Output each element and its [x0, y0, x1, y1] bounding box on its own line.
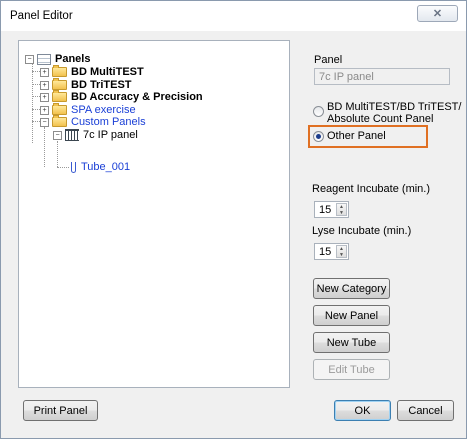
tree-node-7c-ip-panel[interactable]: − 7c IP panel	[53, 129, 138, 141]
tree-node-label: BD TriTEST	[71, 79, 132, 91]
spin-arrows-icon[interactable]: ▲ ▼	[336, 203, 347, 216]
tree-node-bd-multitest[interactable]: + BD MultiTEST	[40, 65, 144, 78]
lyse-incubate-stepper[interactable]: 15 ▲ ▼	[314, 243, 349, 260]
ok-button[interactable]: OK	[334, 400, 391, 421]
radio-other-panel[interactable]	[313, 131, 324, 142]
reagent-incubate-stepper[interactable]: 15 ▲ ▼	[314, 201, 349, 218]
tube-rack-icon	[65, 129, 79, 141]
tree-node-label: Custom Panels	[71, 116, 146, 128]
folder-icon	[52, 65, 67, 77]
expand-icon[interactable]: +	[40, 105, 49, 115]
panel-name-value: 7c IP panel	[319, 71, 374, 83]
collapse-icon[interactable]: −	[25, 54, 34, 64]
reagent-incubate-label: Reagent Incubate (min.)	[312, 183, 431, 195]
radio-bd-multitest-label: BD MultiTEST/BD TriTEST/ Absolute Count …	[327, 101, 461, 125]
collapse-icon[interactable]: −	[40, 117, 49, 127]
tree-node-label: SPA exercise	[71, 104, 136, 116]
folder-icon	[52, 90, 67, 102]
tree-node-label: BD MultiTEST	[71, 66, 144, 78]
expand-icon[interactable]: +	[40, 92, 49, 102]
panel-name-field[interactable]: 7c IP panel	[314, 68, 450, 85]
edit-tube-button[interactable]: Edit Tube	[313, 359, 390, 380]
radio-option1-line1: BD MultiTEST/BD TriTEST/	[327, 101, 462, 113]
radio-option1-line2: Absolute Count Panel	[327, 113, 434, 125]
folder-icon	[52, 103, 67, 115]
tree-node-bd-accuracy-precision[interactable]: + BD Accuracy & Precision	[40, 90, 203, 103]
radio-other-panel-label: Other Panel	[327, 130, 386, 142]
folder-icon	[52, 78, 67, 90]
cancel-button[interactable]: Cancel	[397, 400, 454, 421]
folder-icon	[52, 115, 67, 127]
tree-node-label: BD Accuracy & Precision	[71, 91, 203, 103]
tree-node-label: 7c IP panel	[83, 129, 138, 141]
panel-editor-window: Panel Editor ✕ − Panels + BD MultiTEST +	[0, 0, 467, 439]
panel-label: Panel	[314, 54, 343, 66]
test-tube-icon	[71, 161, 76, 173]
tree-node-label: Tube_001	[81, 161, 131, 173]
close-button[interactable]: ✕	[417, 5, 458, 22]
tree-node-label: Panels	[55, 53, 91, 65]
lyse-incubate-label: Lyse Incubate (min.)	[312, 225, 412, 237]
tree-node-tube-001[interactable]: Tube_001	[71, 161, 130, 173]
new-category-button[interactable]: New Category	[313, 278, 390, 299]
print-panel-button[interactable]: Print Panel	[23, 400, 98, 421]
title-bar: Panel Editor ✕	[1, 1, 466, 31]
radio-bd-multitest-panel[interactable]	[313, 106, 324, 117]
panel-tree[interactable]: − Panels + BD MultiTEST + BD TriTEST + B…	[18, 40, 290, 388]
close-icon: ✕	[432, 8, 443, 20]
window-title: Panel Editor	[10, 10, 73, 22]
expand-icon[interactable]: +	[40, 67, 49, 77]
expand-icon[interactable]: +	[40, 80, 49, 90]
tree-node-custom-panels[interactable]: − Custom Panels	[40, 115, 146, 128]
collapse-icon[interactable]: −	[53, 130, 62, 140]
lyse-incubate-value: 15	[319, 246, 332, 258]
panels-list-icon	[37, 53, 51, 65]
reagent-incubate-value: 15	[319, 204, 332, 216]
new-tube-button[interactable]: New Tube	[313, 332, 390, 353]
new-panel-button[interactable]: New Panel	[313, 305, 390, 326]
spin-arrows-icon[interactable]: ▲ ▼	[336, 245, 347, 258]
tree-node-panels[interactable]: − Panels	[25, 53, 90, 65]
